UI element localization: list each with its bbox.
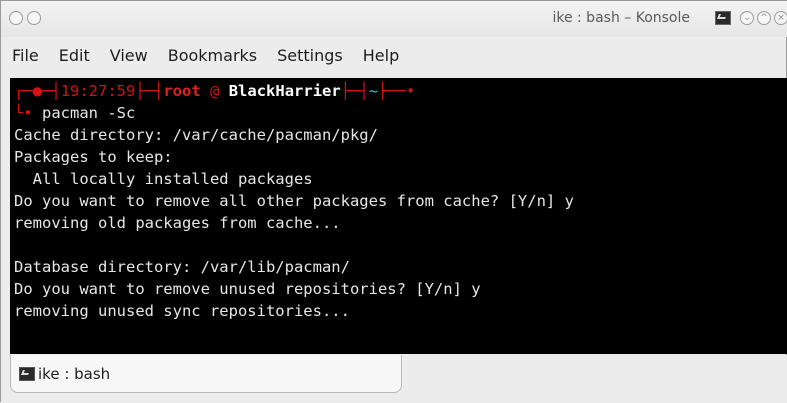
prompt-frame-left: ┌─	[14, 82, 33, 100]
output-line: Do you want to remove unused repositorie…	[14, 280, 481, 298]
terminal-icon	[19, 366, 35, 381]
tab-label: ike : bash	[38, 364, 111, 383]
prompt-at: @	[210, 82, 220, 100]
prompt-user: root	[163, 82, 201, 100]
close-button[interactable]: ×	[774, 11, 787, 25]
prompt-host: BlackHarrier	[228, 82, 341, 100]
menu-settings[interactable]: Settings	[277, 46, 343, 65]
window-menu-button[interactable]	[9, 11, 23, 25]
output-line: Database directory: /var/lib/pacman/	[14, 258, 350, 276]
menu-view[interactable]: View	[110, 46, 148, 65]
prompt-separator: ├─┤	[340, 82, 369, 100]
prompt-continuation: └•	[14, 104, 33, 122]
prompt-separator: ─┤	[42, 82, 61, 100]
prompt-status-dot-icon: ●	[32, 82, 43, 100]
prompt-line: ┌─●─┤19:27:59├─┤root @ BlackHarrier├─┤~├…	[14, 80, 415, 102]
minimize-button[interactable]: ⌄	[740, 11, 754, 25]
menu-bar: File Edit View Bookmarks Settings Help	[1, 41, 787, 69]
konsole-window: ike : bash – Konsole ⌄ ^ × File Edit Vie…	[0, 0, 787, 403]
output-line: removing unused sync repositories...	[14, 302, 350, 320]
menu-help[interactable]: Help	[363, 46, 399, 65]
command-line: └• pacman -Sc	[14, 102, 135, 124]
title-bar-left-buttons	[9, 11, 41, 25]
konsole-icon[interactable]	[715, 11, 731, 25]
keep-above-button[interactable]	[27, 11, 41, 25]
menu-file[interactable]: File	[12, 46, 39, 65]
menu-edit[interactable]: Edit	[59, 46, 90, 65]
prompt-frame-right: ├──•	[378, 82, 416, 100]
output-line: Packages to keep:	[14, 148, 173, 166]
title-bar-right-buttons: ⌄ ^ ×	[715, 11, 787, 25]
terminal-output[interactable]: ┌─●─┤19:27:59├─┤root @ BlackHarrier├─┤~├…	[10, 78, 787, 354]
prompt-separator: ├─┤	[135, 82, 164, 100]
prompt-cwd: ~	[368, 82, 379, 100]
output-line: Cache directory: /var/cache/pacman/pkg/	[14, 126, 378, 144]
command-text: pacman -Sc	[32, 104, 136, 122]
maximize-button[interactable]: ^	[757, 11, 771, 25]
output-line: All locally installed packages	[14, 170, 313, 188]
output-line: Do you want to remove all other packages…	[14, 192, 574, 210]
output-line: removing old packages from cache...	[14, 214, 341, 232]
tab-ike-bash[interactable]: ike : bash	[10, 355, 402, 393]
window-title: ike : bash – Konsole	[552, 10, 690, 26]
title-bar[interactable]: ike : bash – Konsole ⌄ ^ ×	[1, 1, 787, 37]
menu-bookmarks[interactable]: Bookmarks	[168, 46, 257, 65]
tab-bar: ike : bash	[1, 355, 787, 403]
prompt-time: 19:27:59	[60, 82, 136, 100]
